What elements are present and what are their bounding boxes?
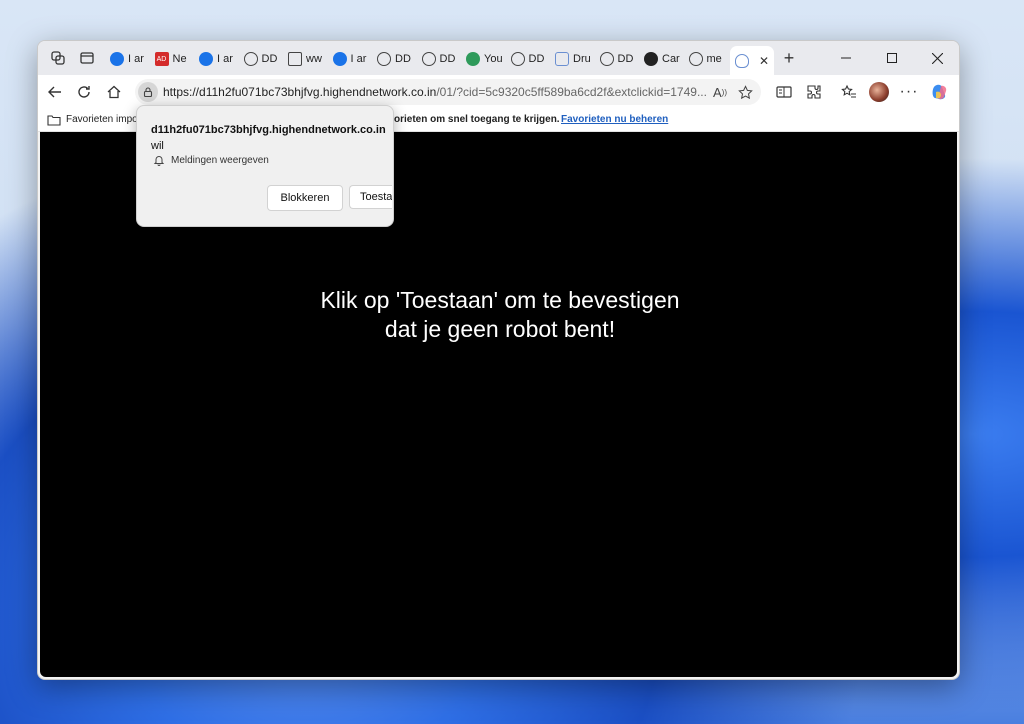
tab-4[interactable]: DD bbox=[243, 46, 284, 72]
globe-icon bbox=[377, 52, 391, 66]
tab-11[interactable]: Dru bbox=[555, 46, 595, 72]
popup-wil-text: wil bbox=[151, 140, 164, 152]
tab-active[interactable]: ✕ bbox=[730, 46, 774, 75]
tab-close-icon[interactable]: ✕ bbox=[759, 54, 769, 68]
tab-label: me bbox=[706, 53, 722, 65]
refresh-button[interactable] bbox=[73, 81, 95, 103]
home-button[interactable] bbox=[103, 81, 125, 103]
new-tab-icon[interactable]: + bbox=[780, 48, 798, 68]
favorite-star-icon[interactable] bbox=[736, 83, 754, 101]
tab-label: DD bbox=[617, 53, 634, 65]
tab-14[interactable]: me bbox=[688, 46, 729, 72]
favorites-import-text[interactable]: Favorieten impo bbox=[66, 114, 138, 125]
url-domain: https://d11h2fu071bc73bhjfvg.highendnetw… bbox=[163, 85, 437, 99]
favorites-hint-text: orieten om snel toegang te krijgen. bbox=[394, 114, 560, 125]
tab-label: ww bbox=[306, 53, 322, 65]
extensions-icon[interactable] bbox=[803, 81, 825, 103]
tab-label: You bbox=[484, 53, 503, 65]
url-path: /01/?cid=5c9320c5ff589ba6cd2f&extclickid… bbox=[436, 85, 707, 99]
copilot-icon[interactable] bbox=[929, 81, 951, 103]
reader-view-icon[interactable] bbox=[773, 81, 795, 103]
close-button[interactable] bbox=[914, 41, 959, 75]
globe-icon bbox=[243, 52, 258, 66]
tab-label: DD bbox=[395, 53, 411, 65]
popup-domain: d11h2fu071bc73bhjfvg.highendnetwork.co.i… bbox=[151, 122, 391, 154]
globe-icon bbox=[421, 52, 436, 66]
tab-6[interactable]: I ar bbox=[332, 46, 373, 72]
minimize-button[interactable] bbox=[823, 41, 869, 75]
maximize-button[interactable] bbox=[869, 41, 915, 75]
globe-icon bbox=[688, 52, 703, 66]
tab-label: Dru bbox=[573, 53, 591, 65]
globe-icon bbox=[510, 52, 525, 66]
tab-12[interactable]: DD bbox=[599, 46, 640, 72]
cloud-icon bbox=[734, 53, 749, 68]
download-icon bbox=[199, 52, 213, 66]
tab-label: I ar bbox=[217, 53, 233, 65]
tab-10[interactable]: DD bbox=[510, 46, 551, 72]
tab-5[interactable]: ww bbox=[288, 46, 328, 72]
block-button[interactable]: Blokkeren bbox=[267, 185, 343, 211]
tab-label: Ne bbox=[172, 53, 187, 65]
workspaces-icon[interactable] bbox=[49, 49, 67, 67]
profile-avatar[interactable] bbox=[868, 81, 890, 103]
read-aloud-icon[interactable]: A)) bbox=[711, 83, 729, 101]
tab-2[interactable]: AD Ne bbox=[154, 46, 195, 72]
popup-domain-text: d11h2fu071bc73bhjfvg.highendnetwork.co.i… bbox=[151, 124, 386, 136]
popup-request-text: Meldingen weergeven bbox=[171, 154, 269, 166]
tab-8[interactable]: DD bbox=[421, 46, 462, 72]
download-icon bbox=[110, 52, 124, 66]
shape-icon bbox=[555, 52, 569, 66]
tab-strip: I ar AD Ne I ar DD ww I ar DD DD You DD Dru DD Car me ✕… bbox=[38, 41, 959, 75]
tab-actions-icon[interactable] bbox=[78, 49, 96, 67]
import-favorites-icon[interactable] bbox=[47, 113, 61, 130]
page-message: Klik op 'Toestaan' om te bevestigen dat … bbox=[320, 287, 680, 342]
tab-label: DD bbox=[439, 53, 456, 65]
ad-icon: AD bbox=[154, 52, 169, 66]
notification-permission-popup: d11h2fu071bc73bhjfvg.highendnetwork.co.i… bbox=[136, 105, 394, 227]
green-circle-icon bbox=[466, 52, 480, 66]
more-options-icon[interactable]: ··· bbox=[898, 81, 920, 103]
dark-face-icon bbox=[644, 52, 658, 66]
bell-icon bbox=[153, 156, 165, 166]
url-text[interactable]: https://d11h2fu071bc73bhjfvg.highendnetw… bbox=[163, 85, 708, 99]
download-icon bbox=[332, 52, 347, 66]
back-button[interactable] bbox=[44, 81, 66, 103]
site-info-lock-icon[interactable] bbox=[138, 82, 158, 102]
tab-9[interactable]: You bbox=[466, 46, 506, 72]
allow-button[interactable]: Toesta bbox=[349, 185, 392, 209]
tab-7[interactable]: DD bbox=[377, 46, 417, 72]
tab-label: I ar bbox=[350, 53, 367, 65]
popup-request: Meldingen weergeven bbox=[153, 154, 269, 166]
manage-favorites-link[interactable]: Favorieten nu beheren bbox=[561, 114, 668, 125]
globe-icon bbox=[599, 52, 614, 66]
file-icon bbox=[288, 52, 302, 66]
address-bar[interactable]: https://d11h2fu071bc73bhjfvg.highendnetw… bbox=[135, 79, 761, 105]
tab-label: DD bbox=[261, 53, 278, 65]
tab-label: Car bbox=[662, 53, 680, 65]
tab-label: I ar bbox=[128, 53, 144, 65]
navigation-bar: https://d11h2fu071bc73bhjfvg.highendnetw… bbox=[38, 75, 959, 109]
favorites-icon[interactable] bbox=[838, 81, 860, 103]
tab-13[interactable]: Car bbox=[644, 46, 684, 72]
browser-window: I ar AD Ne I ar DD ww I ar DD DD You DD Dru DD Car me ✕… bbox=[37, 40, 960, 680]
tab-label: DD bbox=[528, 53, 545, 65]
tab-1[interactable]: I ar bbox=[110, 46, 150, 72]
tab-3[interactable]: I ar bbox=[199, 46, 239, 72]
